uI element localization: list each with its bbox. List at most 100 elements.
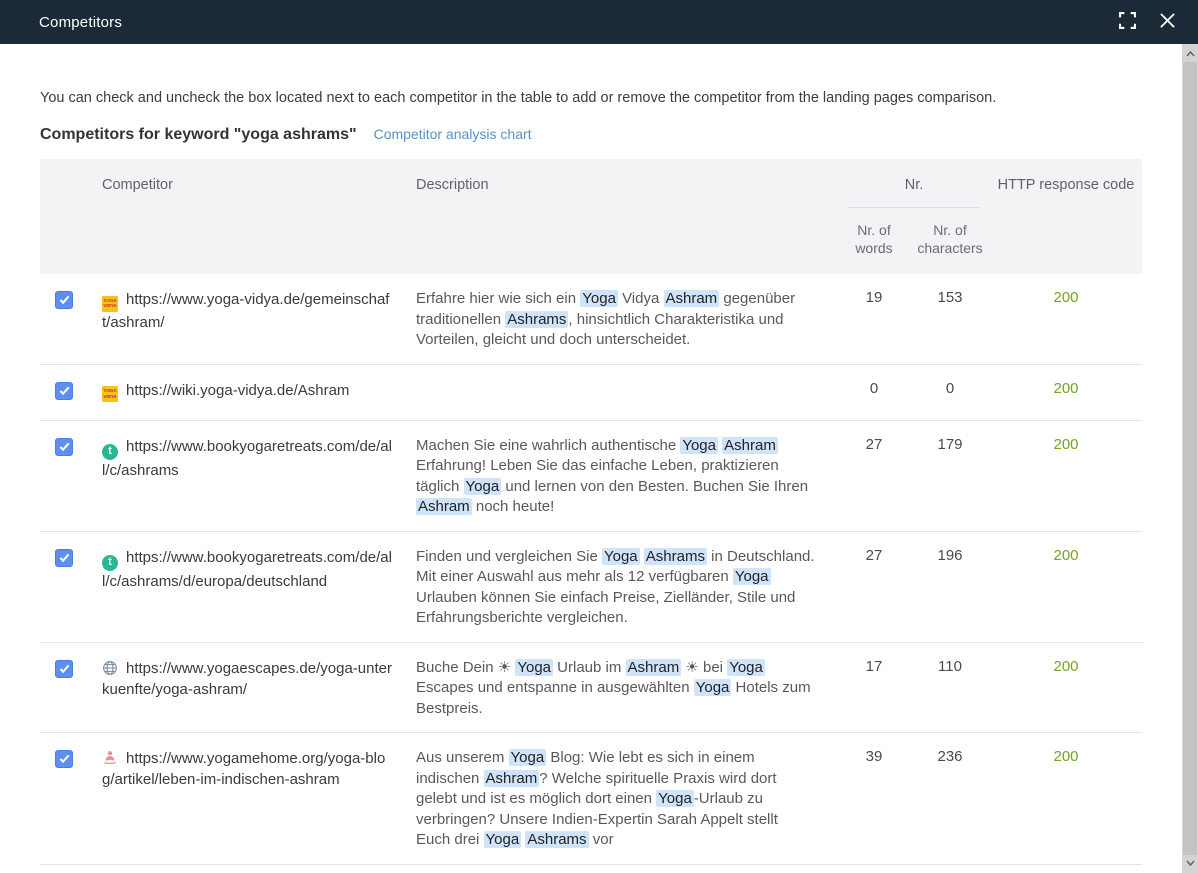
http-response-code: 200 xyxy=(990,274,1142,364)
competitor-checkbox[interactable] xyxy=(55,750,73,768)
scroll-down-arrow-icon[interactable] xyxy=(1182,855,1198,871)
character-count: 236 xyxy=(910,733,990,864)
table-row: https://www.yogamehome.org/yoga-blog/art… xyxy=(40,733,1142,865)
competitor-description: Buche Dein ☀ Yoga Urlaub im Ashram ☀ bei… xyxy=(408,643,838,733)
section-heading: Competitors for keyword "yoga ashrams" xyxy=(40,126,357,144)
scrollbar-thumb[interactable] xyxy=(1183,62,1197,855)
competitor-cell: thttps://www.bookyogaretreats.com/de/all… xyxy=(96,421,408,531)
competitors-table: Competitor Description Nr. HTTP response… xyxy=(40,159,1142,873)
competitor-description: Finden und vergleichen Sie Yoga Ashrams … xyxy=(408,532,838,642)
yoga-vidya-favicon-icon: YOGA VIDYA xyxy=(102,386,118,402)
yoga-vidya-favicon-icon: YOGA VIDYA xyxy=(102,296,118,312)
word-count: 17 xyxy=(838,643,910,733)
header-http-response-code: HTTP response code xyxy=(990,159,1142,208)
competitor-description: Machen Sie eine wahrlich authentische Yo… xyxy=(408,421,838,531)
checkbox-cell xyxy=(40,365,96,420)
competitor-cell: thttps://www.bookyogaretreats.com/de/all… xyxy=(96,532,408,642)
http-response-code: 200 xyxy=(990,733,1142,864)
highlighted-keyword: Yoga xyxy=(727,659,765,676)
table-row: thttps://www.bookyogaretreats.com/de/all… xyxy=(40,421,1142,532)
word-count: 27 xyxy=(838,421,910,531)
competitor-cell: FLGHhttps://www.fuckluckygohappy.de/woch… xyxy=(96,865,408,873)
modal-content: You can check and uncheck the box locate… xyxy=(0,44,1182,873)
modal-header: Competitors xyxy=(0,0,1198,44)
word-count: 0 xyxy=(838,365,910,420)
competitor-description: Was erwartet dich in einem indischen Ash… xyxy=(408,865,838,873)
competitor-checkbox[interactable] xyxy=(55,660,73,678)
table-body: YOGA VIDYAhttps://www.yoga-vidya.de/geme… xyxy=(40,274,1142,873)
highlighted-keyword: Ashram xyxy=(416,498,472,515)
description-text: Urlaub im xyxy=(553,659,626,676)
table-row: YOGA VIDYAhttps://www.yoga-vidya.de/geme… xyxy=(40,274,1142,365)
highlighted-keyword: Ashram xyxy=(722,437,778,454)
http-response-code: 200 xyxy=(990,421,1142,531)
description-text: und lernen von den Besten. Buchen Sie Ih… xyxy=(501,478,808,495)
scroll-up-arrow-icon[interactable] xyxy=(1182,46,1198,62)
header-description: Description xyxy=(408,159,838,208)
description-text: Vidya xyxy=(618,290,664,307)
checkbox-cell xyxy=(40,532,96,642)
checkbox-cell xyxy=(40,274,96,364)
checkbox-cell xyxy=(40,865,96,873)
yogaescapes-favicon-icon xyxy=(102,660,118,676)
close-button[interactable] xyxy=(1154,9,1180,35)
word-count: 39 xyxy=(838,733,910,864)
competitor-url: https://www.yogamehome.org/yoga-blog/art… xyxy=(102,750,385,788)
competitor-url: https://www.bookyogaretreats.com/de/all/… xyxy=(102,438,392,479)
competitor-checkbox[interactable] xyxy=(55,438,73,456)
table-row: https://www.yogaescapes.de/yoga-unterkue… xyxy=(40,643,1142,734)
description-text: Escapes und entspanne in ausgewählten xyxy=(416,679,694,696)
description-text: Finden und vergleichen Sie xyxy=(416,548,602,565)
highlighted-keyword: Yoga xyxy=(509,749,547,766)
competitor-checkbox[interactable] xyxy=(55,549,73,567)
highlighted-keyword: Yoga xyxy=(656,790,694,807)
fullscreen-button[interactable] xyxy=(1114,9,1140,35)
checkbox-cell xyxy=(40,733,96,864)
description-text: vor xyxy=(589,831,614,848)
http-response-code: 200 xyxy=(990,365,1142,420)
modal-title: Competitors xyxy=(39,14,122,31)
competitor-cell: YOGA VIDYA https://wiki.yoga-vidya.de/Ash… xyxy=(96,365,408,420)
competitor-description xyxy=(408,365,838,420)
description-text: Urlauben können Sie einfach Preise, Ziel… xyxy=(416,589,795,627)
close-icon xyxy=(1159,12,1176,32)
description-text: ☀ bei xyxy=(681,659,727,676)
character-count: 153 xyxy=(910,274,990,364)
highlighted-keyword: Yoga xyxy=(602,548,640,565)
character-count: 0 xyxy=(910,365,990,420)
highlighted-keyword: Ashram xyxy=(484,770,540,787)
competitor-url: https://www.bookyogaretreats.com/de/all/… xyxy=(102,549,392,590)
table-row: FLGHhttps://www.fuckluckygohappy.de/woch… xyxy=(40,865,1142,873)
header-nr-of-words: Nr. of words xyxy=(838,208,910,274)
http-response-code: 200 xyxy=(990,532,1142,642)
section-head: Competitors for keyword "yoga ashrams" C… xyxy=(40,126,1142,144)
word-count: 27 xyxy=(838,532,910,642)
competitor-analysis-chart-link[interactable]: Competitor analysis chart xyxy=(374,126,532,142)
character-count: 110 xyxy=(910,643,990,733)
character-count: 121 xyxy=(910,865,990,873)
description-text: Buche Dein ☀ xyxy=(416,659,515,676)
checkbox-cell xyxy=(40,643,96,733)
http-response-code: 200 xyxy=(990,643,1142,733)
highlighted-keyword: Yoga xyxy=(515,659,553,676)
character-count: 179 xyxy=(910,421,990,531)
competitor-checkbox[interactable] xyxy=(55,382,73,400)
highlighted-keyword: Ashrams xyxy=(505,311,568,328)
checkbox-cell xyxy=(40,421,96,531)
table-header: Competitor Description Nr. HTTP response… xyxy=(40,159,1142,274)
highlighted-keyword: Yoga xyxy=(733,568,771,585)
word-count: 17 xyxy=(838,865,910,873)
competitor-url: https://wiki.yoga-vidya.de/Ashram xyxy=(126,382,349,399)
table-row: YOGA VIDYA https://wiki.yoga-vidya.de/Ash… xyxy=(40,365,1142,421)
highlighted-keyword: Yoga xyxy=(680,437,718,454)
description-text: Erfahre hier wie sich ein xyxy=(416,290,580,307)
competitor-checkbox[interactable] xyxy=(55,291,73,309)
header-competitor: Competitor xyxy=(96,159,408,208)
highlighted-keyword: Ashram xyxy=(626,659,682,676)
vertical-scrollbar[interactable] xyxy=(1182,44,1198,873)
description-text: noch heute! xyxy=(472,498,555,515)
bookyogaretreats-favicon-icon: t xyxy=(102,444,118,460)
http-response-code: 200 xyxy=(990,865,1142,873)
fullscreen-icon xyxy=(1119,12,1136,32)
competitor-description: Aus unserem Yoga Blog: Wie lebt es sich … xyxy=(408,733,838,864)
